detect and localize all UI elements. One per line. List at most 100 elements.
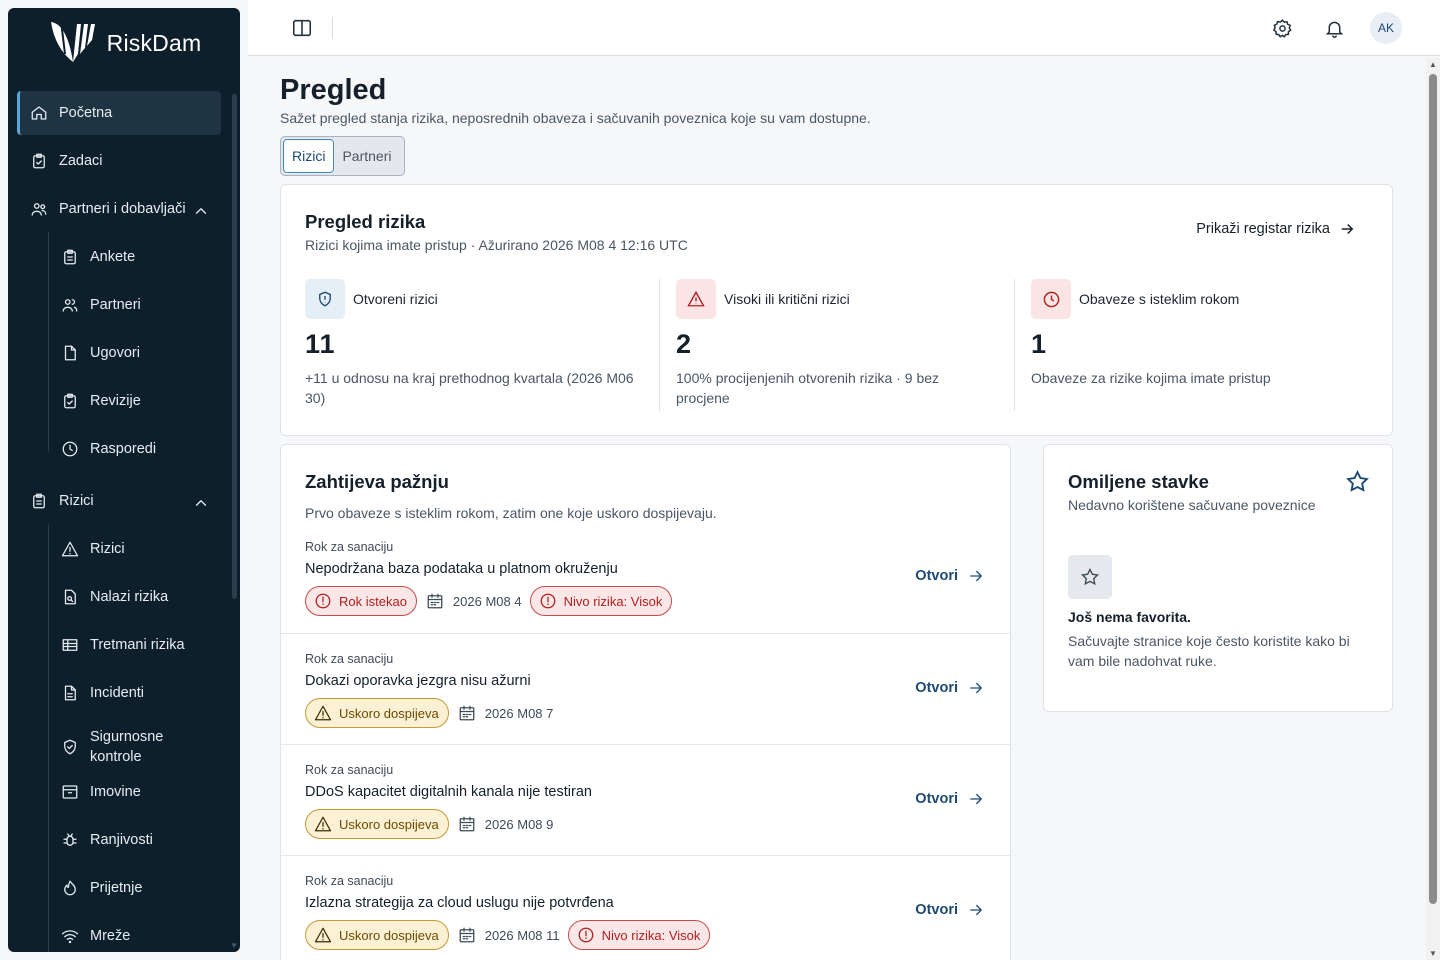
sidebar-item-zadaci[interactable]: Zadaci [17, 139, 221, 183]
bell-icon [1325, 21, 1343, 38]
due-date-value: 2026 M08 7 [484, 705, 554, 721]
metric-divider [659, 279, 660, 411]
sidebar-item-početna[interactable]: Početna [17, 91, 221, 135]
sidebar-scrollbar[interactable] [232, 94, 237, 599]
clipboard-list-icon [29, 491, 49, 511]
view-tabs: Rizici Partneri [280, 136, 405, 176]
sidebar-item-label: Rizici [90, 541, 125, 557]
chevron-up-icon[interactable] [191, 493, 211, 513]
tab-rizici[interactable]: Rizici [283, 139, 335, 173]
arrow-right-icon [966, 900, 986, 920]
attention-item-tags: Uskoro dospijeva 2026 M08 7 [305, 698, 553, 728]
favorites-empty-text: Sačuvajte stranice koje često koristite … [1068, 633, 1350, 669]
sidebar-item-imovine[interactable]: Imovine [50, 770, 222, 814]
file-text-icon [60, 683, 80, 703]
warning-icon [313, 925, 333, 945]
sidebar-item-rizici[interactable]: Rizici [50, 527, 222, 571]
open-button[interactable]: Otvori [915, 678, 986, 698]
attention-item-kind: Rok za sanaciju [305, 874, 394, 888]
favorites-subtitle: Nedavno korištene sačuvane poveznice [1068, 497, 1316, 513]
status-badge: Uskoro dospijeva [305, 809, 449, 839]
risk-overview-subtitle: Rizici kojima imate pristup · Ažurirano … [305, 237, 688, 253]
sidebar-item-label: Incidenti [90, 685, 145, 701]
open-button[interactable]: Otvori [915, 900, 986, 920]
clipboard-list-icon [60, 247, 80, 267]
app-logo[interactable]: RiskDam [8, 8, 240, 78]
status-badge-label: Rok istekao [339, 593, 407, 609]
user-group-icon [60, 295, 80, 315]
metric-label: Obaveze s isteklim rokom [1079, 291, 1240, 307]
tab-partneri[interactable]: Partneri [334, 139, 399, 173]
scroll-down-icon[interactable]: ▼ [1429, 949, 1437, 958]
sidebar-item-label: Revizije [90, 393, 141, 409]
sidebar-item-partneri[interactable]: Partneri [50, 283, 222, 327]
attention-item: Rok za sanaciju DDoS kapacitet digitalni… [281, 744, 1010, 855]
status-badge-label: Uskoro dospijeva [339, 705, 439, 721]
risk-overview-title: Pregled rizika [305, 211, 426, 232]
sidebar-item-label: Sigurnosne kontrole [90, 729, 164, 765]
sidebar-item-label: Tretmani rizika [90, 637, 185, 653]
sidebar-item-ugovori[interactable]: Ugovori [50, 331, 222, 375]
attention-item: Rok za sanaciju Nepodržana baza podataka… [281, 532, 1010, 633]
metric-note: 100% procijenjenih otvorenih rizika · 9 … [676, 370, 940, 406]
sidebar-item-partneri-i-dobavljači[interactable]: Partneri i dobavljači [17, 187, 221, 231]
alert-circle-icon [313, 591, 333, 611]
open-button[interactable]: Otvori [915, 566, 986, 586]
sidebar-item-ankete[interactable]: Ankete [50, 235, 222, 279]
flame-icon [60, 878, 80, 898]
sidebar-item-rasporedi[interactable]: Rasporedi [50, 427, 222, 471]
sidebar-item-label: Početna [59, 105, 113, 121]
sidebar-item-label: Ugovori [90, 345, 140, 361]
metric-label: Otvoreni rizici [353, 291, 438, 307]
risk-level-badge: Nivo rizika: Visok [567, 920, 711, 950]
clipboard-check-icon [29, 151, 49, 171]
favorite-star-button[interactable] [1345, 469, 1370, 499]
settings-button[interactable] [1266, 12, 1298, 44]
sidebar-item-label: Ranjivosti [90, 832, 153, 848]
file-search-icon [60, 587, 80, 607]
calendar-icon [425, 591, 445, 611]
due-date: 2026 M08 11 [457, 925, 560, 945]
due-date-value: 2026 M08 9 [484, 816, 554, 832]
calendar-icon [457, 925, 477, 945]
metric-open-risks: Otvoreni rizici 11 +11 u odnosu na kraj … [305, 279, 645, 411]
sidebar-item-ranjivosti[interactable]: Ranjivosti [50, 818, 222, 862]
toggle-sidebar-button[interactable] [286, 12, 318, 44]
user-avatar[interactable]: AK [1370, 12, 1402, 44]
page-scrollbar[interactable]: ▲ ▼ [1426, 58, 1440, 960]
due-date: 2026 M08 7 [457, 703, 554, 723]
wifi-icon [60, 926, 80, 946]
clock-icon [60, 439, 80, 459]
attention-item: Rok za sanaciju Izlazna strategija za cl… [281, 855, 1010, 960]
show-risk-register-link[interactable]: Prikaži registar rizika [1196, 220, 1356, 238]
sidebar-item-sigurnosne-kontrole[interactable]: Sigurnosne kontrole [50, 719, 222, 775]
home-icon [29, 103, 49, 123]
sidebar-item-rizici[interactable]: Rizici [17, 479, 221, 523]
arrow-right-icon [966, 566, 986, 586]
sidebar-item-nalazi-rizika[interactable]: Nalazi rizika [50, 575, 222, 619]
file-icon [60, 343, 80, 363]
sidebar-item-tretmani-rizika[interactable]: Tretmani rizika [50, 623, 222, 667]
sidebar-scroll-down-icon[interactable]: ▼ [230, 941, 238, 950]
warning-icon [313, 703, 333, 723]
scroll-up-icon[interactable]: ▲ [1429, 60, 1437, 69]
sidebar-item-incidenti[interactable]: Incidenti [50, 671, 222, 715]
sidebar-item-mreže[interactable]: Mreže [50, 914, 222, 952]
scrollbar-thumb[interactable] [1429, 74, 1437, 904]
archive-icon [60, 782, 80, 802]
open-button-label: Otvori [915, 791, 958, 807]
metric-value: 1 [1031, 329, 1048, 359]
attention-item-title: DDoS kapacitet digitalnih kanala nije te… [305, 784, 592, 800]
calendar-icon [457, 814, 477, 834]
chevron-up-icon[interactable] [191, 201, 211, 221]
risk-overview-card: Pregled rizika Rizici kojima imate prist… [280, 184, 1393, 436]
status-badge: Uskoro dospijeva [305, 698, 449, 728]
notifications-button[interactable] [1318, 12, 1350, 44]
attention-item-kind: Rok za sanaciju [305, 652, 394, 666]
sidebar: RiskDam Početna Zadaci Partneri i dobavlja… [8, 8, 240, 952]
metric-note: +11 u odnosu na kraj prethodnog kvartala… [305, 370, 634, 406]
sidebar-item-prijetnje[interactable]: Prijetnje [50, 866, 222, 910]
open-button[interactable]: Otvori [915, 789, 986, 809]
sidebar-item-revizije[interactable]: Revizije [50, 379, 222, 423]
sidebar-item-label: Partneri i dobavljači [59, 201, 186, 217]
